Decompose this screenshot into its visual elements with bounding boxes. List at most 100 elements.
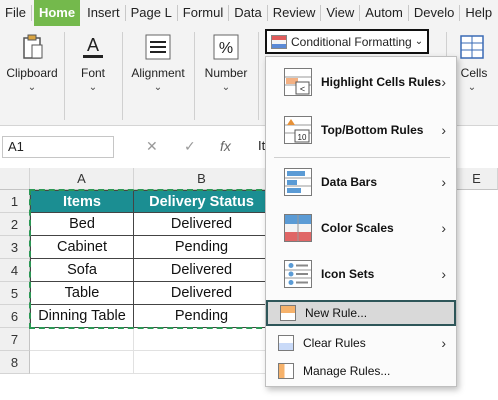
menu-item-data-bars[interactable]: Data Bars › [266,159,456,205]
divider [64,32,65,120]
row-header-7[interactable]: 7 [0,328,30,351]
table-header-items[interactable]: Items [30,190,134,213]
tab-formulas[interactable]: Formul [178,5,230,21]
ten-glyph: 10 [298,133,307,142]
table-cell[interactable]: Delivered [134,282,270,305]
less-than-glyph: < [300,84,305,94]
color-scales-icon [284,214,312,242]
menu-item-highlight-cells-rules[interactable]: < Highlight Cells Rules › [266,59,456,105]
chevron-right-icon: › [441,74,446,90]
menu-item-manage-rules[interactable]: Manage Rules... [266,358,456,384]
clear-rules-icon [278,335,294,351]
formula-bar-buttons: ✕ ✓ fx [126,136,266,158]
confirm-icon[interactable]: ✓ [184,138,196,155]
manage-rules-icon [278,363,294,379]
chevron-down-icon: ⌄ [27,82,37,93]
empty-cell[interactable] [30,351,134,374]
table-cell[interactable]: Sofa [30,259,134,282]
font-label: Font [80,66,105,80]
table-cell[interactable]: Delivered [134,213,270,236]
tab-review[interactable]: Review [268,5,322,21]
chevron-down-icon: ⌄ [414,36,424,47]
top-bottom-rules-icon: 10 [284,116,312,144]
row-header-3[interactable]: 3 [0,236,30,259]
tab-automate[interactable]: Autom [360,5,409,21]
table-cell[interactable]: Dinning Table [30,305,134,328]
alignment-label: Alignment [131,66,185,80]
menu-label-manage-rules: Manage Rules... [303,364,391,378]
cells-icon [457,32,487,62]
select-all-corner[interactable] [0,168,30,190]
name-box[interactable]: A1 [2,136,114,158]
menu-label-data-bars: Data Bars [321,175,378,189]
chevron-right-icon: › [441,266,446,282]
font-icon-glyph: A [87,35,99,55]
data-bars-icon [284,168,312,196]
percent-icon: % [211,32,241,62]
menu-item-clear-rules[interactable]: Clear Rules › [266,330,456,356]
table-cell[interactable]: Pending [134,305,270,328]
table-cell[interactable]: Bed [30,213,134,236]
font-icon: A [78,32,108,62]
empty-cell[interactable] [134,351,270,374]
table-header-delivery-status[interactable]: Delivery Status [134,190,270,213]
divider [258,32,259,120]
tab-help[interactable]: Help [460,0,497,26]
tab-home[interactable]: Home [33,0,81,26]
tab-developer[interactable]: Develo [409,5,461,21]
conditional-formatting-icon [271,34,287,49]
row-header-6[interactable]: 6 [0,305,30,328]
table-cell[interactable]: Delivered [134,259,270,282]
row-header-2[interactable]: 2 [0,213,30,236]
column-header-e[interactable]: E [456,168,498,190]
cells-label: Cells [460,66,488,80]
insert-function-icon[interactable]: fx [220,138,231,154]
row-header-1[interactable]: 1 [0,190,30,213]
clipboard-group[interactable]: Clipboard ⌄ [4,32,60,93]
tab-view[interactable]: View [321,5,361,21]
ribbon-tab-bar: File Home Insert Page L Formul Data Revi… [0,0,498,26]
new-rule-icon [280,305,296,321]
chevron-down-icon: ⌄ [88,82,98,93]
row-header-8[interactable]: 8 [0,351,30,374]
chevron-right-icon: › [441,174,446,190]
column-header-b[interactable]: B [134,168,270,190]
menu-item-color-scales[interactable]: Color Scales › [266,205,456,251]
row-header-5[interactable]: 5 [0,282,30,305]
clipboard-label: Clipboard [6,66,58,80]
tab-file[interactable]: File [0,5,32,21]
cancel-icon[interactable]: ✕ [146,138,158,155]
divider [194,32,195,120]
alignment-group[interactable]: Alignment ⌄ [126,32,190,93]
menu-label-clear-rules: Clear Rules [303,336,366,350]
highlight-cells-rules-icon: < [284,68,312,96]
row-header-4[interactable]: 4 [0,259,30,282]
icon-sets-icon [284,260,312,288]
chevron-right-icon: › [441,122,446,138]
table-cell[interactable]: Cabinet [30,236,134,259]
number-label: Number [204,66,248,80]
menu-label-color-scales: Color Scales [321,221,394,235]
tab-data[interactable]: Data [229,5,268,21]
table-cell[interactable]: Table [30,282,134,305]
empty-cell[interactable] [134,328,270,351]
menu-label-top-bottom-rules: Top/Bottom Rules [321,123,424,137]
conditional-formatting-menu: < Highlight Cells Rules › 10 Top/Bottom … [265,56,457,387]
menu-label-highlight-cells-rules: Highlight Cells Rules [321,75,442,89]
menu-item-top-bottom-rules[interactable]: 10 Top/Bottom Rules › [266,107,456,153]
conditional-formatting-button[interactable]: Conditional Formatting ⌄ [265,29,429,54]
tab-page-layout[interactable]: Page L [126,5,178,21]
chevron-down-icon: ⌄ [221,82,231,93]
number-group[interactable]: % Number ⌄ [198,32,254,93]
menu-item-icon-sets[interactable]: Icon Sets › [266,251,456,297]
menu-item-new-rule[interactable]: New Rule... [266,300,456,326]
menu-divider [274,157,450,158]
font-group[interactable]: A Font ⌄ [68,32,118,93]
empty-cell[interactable] [30,328,134,351]
column-header-a[interactable]: A [30,168,134,190]
table-cell[interactable]: Pending [134,236,270,259]
menu-label-new-rule: New Rule... [305,306,368,320]
percent-glyph: % [219,40,233,57]
tab-insert[interactable]: Insert [82,5,126,21]
conditional-formatting-label: Conditional Formatting [291,34,412,49]
